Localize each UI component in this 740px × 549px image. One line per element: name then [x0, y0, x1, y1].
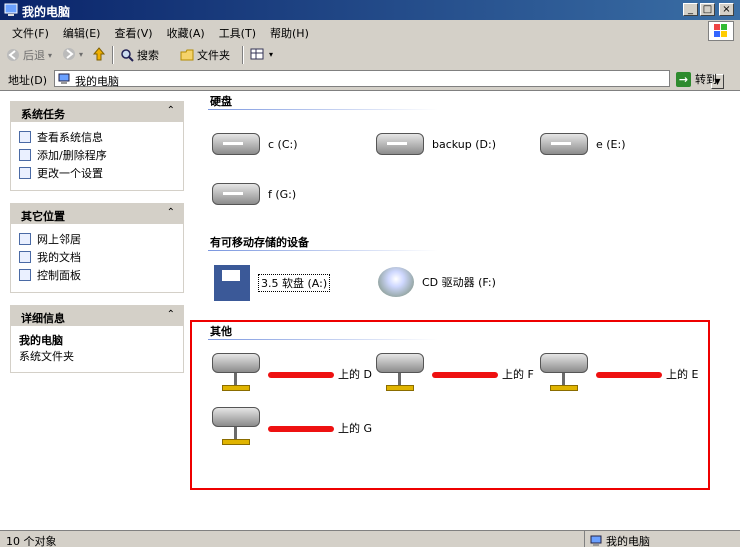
back-arrow-icon: [7, 49, 19, 61]
views-icon: [250, 48, 264, 60]
windows-logo-icon: [708, 21, 734, 41]
address-value: 我的电脑: [75, 75, 119, 88]
back-button[interactable]: 后退 ▾: [6, 47, 52, 63]
system-tasks-header[interactable]: 系统任务 ⌃: [11, 102, 183, 122]
place-my-documents[interactable]: 我的文档: [19, 248, 175, 266]
system-info-icon: [19, 131, 31, 143]
computer-icon: [4, 3, 18, 16]
drive-c[interactable]: c (C:): [212, 133, 298, 155]
menu-tools[interactable]: 工具(T): [219, 25, 256, 41]
go-arrow-icon: →: [676, 71, 691, 87]
floppy-disk-icon: [214, 265, 250, 301]
menu-edit[interactable]: 编辑(E): [63, 25, 101, 41]
window-title: 我的电脑: [22, 5, 71, 19]
go-label: 转到: [695, 73, 717, 86]
task-view-system-info[interactable]: 查看系统信息: [19, 128, 175, 146]
control-panel-icon: [19, 269, 31, 281]
status-bar: 10 个对象 我的电脑: [0, 530, 740, 548]
details-header[interactable]: 详细信息 ⌃: [11, 306, 183, 326]
other-places-header[interactable]: 其它位置 ⌃: [11, 204, 183, 224]
hard-drive-icon: [540, 133, 588, 155]
computer-icon: [58, 73, 70, 84]
add-remove-programs-icon: [19, 149, 31, 161]
address-bar: 地址(D) 我的电脑 ▼ → 转到: [0, 68, 740, 91]
hard-drive-icon: [376, 133, 424, 155]
status-object-count: 10 个对象: [6, 535, 57, 548]
menu-file[interactable]: 文件(F): [12, 25, 49, 41]
up-folder-button[interactable]: [92, 47, 106, 61]
place-control-panel[interactable]: 控制面板: [19, 266, 175, 284]
menu-help[interactable]: 帮助(H): [270, 25, 309, 41]
hard-drive-icon: [212, 133, 260, 155]
main-content: 系统任务 ⌃ 查看系统信息 添加/删除程序 更改一个设置 其它位置 ⌃ 网上邻居…: [0, 90, 740, 531]
network-icon: [19, 233, 31, 245]
hard-drive-icon: [212, 183, 260, 205]
maximize-button[interactable]: □: [700, 3, 715, 16]
details-description: 系统文件夹: [19, 350, 74, 363]
drive-d[interactable]: backup (D:): [376, 133, 496, 155]
menu-favorites[interactable]: 收藏(A): [167, 25, 205, 41]
place-network-neighborhood[interactable]: 网上邻居: [19, 230, 175, 248]
section-hard-disks: 硬盘: [210, 95, 232, 108]
details-panel: 详细信息 ⌃ 我的电脑 系统文件夹: [10, 305, 184, 373]
control-panel-icon: [19, 167, 31, 179]
highlight-box: [190, 320, 710, 490]
details-name: 我的电脑: [19, 334, 63, 347]
menu-bar: 文件(F) 编辑(E) 查看(V) 收藏(A) 工具(T) 帮助(H): [0, 20, 740, 43]
minimize-button[interactable]: _: [683, 3, 698, 16]
system-tasks-panel: 系统任务 ⌃ 查看系统信息 添加/删除程序 更改一个设置: [10, 101, 184, 191]
forward-arrow-icon: [63, 48, 75, 60]
section-divider: [208, 109, 438, 110]
task-change-setting[interactable]: 更改一个设置: [19, 164, 175, 182]
collapse-chevron-icon[interactable]: ⌃: [167, 207, 175, 218]
task-pane: 系统任务 ⌃ 查看系统信息 添加/删除程序 更改一个设置 其它位置 ⌃ 网上邻居…: [10, 101, 184, 385]
status-location: 我的电脑: [606, 535, 650, 548]
menu-view[interactable]: 查看(V): [114, 25, 152, 41]
address-label: 地址(D): [8, 74, 48, 87]
drive-a-floppy[interactable]: 3.5 软盘 (A:): [214, 265, 331, 301]
other-places-panel: 其它位置 ⌃ 网上邻居 我的文档 控制面板: [10, 203, 184, 293]
folders-button[interactable]: 文件夹: [180, 47, 230, 63]
computer-icon: [590, 535, 602, 546]
section-removable: 有可移动存储的设备: [210, 236, 309, 249]
forward-button[interactable]: ▾: [62, 47, 83, 61]
drive-f-cd[interactable]: CD 驱动器 (F:): [378, 267, 496, 297]
section-divider: [208, 250, 438, 251]
address-input[interactable]: 我的电脑 ▼: [54, 70, 724, 89]
task-add-remove-programs[interactable]: 添加/删除程序: [19, 146, 175, 164]
collapse-chevron-icon[interactable]: ⌃: [167, 105, 175, 116]
folder-icon: [180, 49, 194, 61]
close-button[interactable]: ×: [719, 3, 734, 16]
cd-drive-icon: [378, 267, 414, 297]
search-button[interactable]: 搜索: [120, 47, 159, 63]
toolbar: 后退 ▾ ▾ 搜索 文件夹 ▾: [0, 42, 740, 69]
up-arrow-icon: [92, 47, 106, 61]
views-button[interactable]: ▾: [250, 47, 273, 61]
documents-folder-icon: [19, 251, 31, 263]
title-bar: 我的电脑 _ □ ×: [0, 0, 740, 20]
go-button[interactable]: → 转到: [676, 71, 717, 87]
collapse-chevron-icon[interactable]: ⌃: [167, 309, 175, 320]
drive-e[interactable]: e (E:): [540, 133, 626, 155]
search-icon: [121, 49, 134, 62]
drive-g[interactable]: f (G:): [212, 183, 296, 205]
